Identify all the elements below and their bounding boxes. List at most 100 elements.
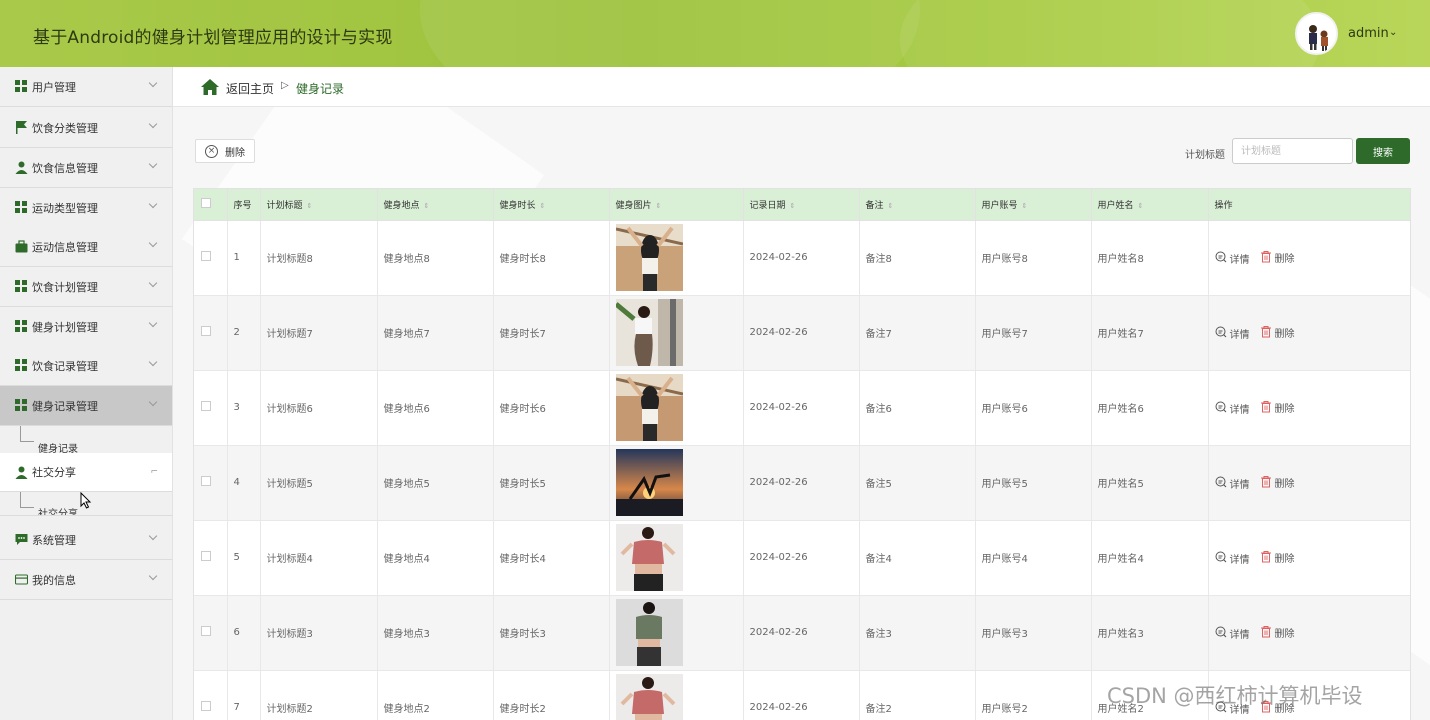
sidebar-item-diet-record[interactable]: 饮食记录管理 <box>0 346 172 386</box>
column-header[interactable]: 健身地点 ⇕ <box>377 189 494 221</box>
row-select-cell[interactable] <box>194 295 228 371</box>
column-header[interactable]: 用户账号 ⇕ <box>975 189 1092 221</box>
fitness-photo[interactable] <box>615 674 683 720</box>
search-button[interactable]: 搜索 <box>1356 138 1410 164</box>
row-delete-button[interactable]: 删除 <box>1260 475 1295 491</box>
row-checkbox[interactable] <box>201 401 211 411</box>
row-select-cell[interactable] <box>194 445 228 521</box>
sort-icon: ⇕ <box>539 201 546 210</box>
row-checkbox[interactable] <box>201 326 211 336</box>
fitness-photo[interactable] <box>615 299 683 366</box>
row-checkbox[interactable] <box>201 476 211 486</box>
sidebar-item-system-management[interactable]: 系统管理 <box>0 520 172 560</box>
location-cell: 健身地点8 <box>377 220 494 296</box>
sort-icon: ⇕ <box>887 201 894 210</box>
index-cell: 6 <box>227 595 261 671</box>
trash-icon <box>1260 325 1275 341</box>
column-header[interactable]: 健身时长 ⇕ <box>493 189 610 221</box>
select-all-checkbox[interactable] <box>201 197 211 208</box>
sidebar-item-my-info[interactable]: 我的信息 <box>0 560 172 600</box>
date-cell: 2024-02-26 <box>743 520 860 596</box>
home-icon[interactable] <box>201 79 219 95</box>
image-cell <box>609 595 744 671</box>
sidebar-item-exercise-info[interactable]: 运动信息管理 <box>0 227 172 267</box>
grid-icon <box>15 80 28 93</box>
chevron-down-icon <box>148 318 158 328</box>
fitness-photo[interactable] <box>615 599 683 666</box>
card-icon <box>14 573 29 586</box>
name-cell: 用户姓名4 <box>1091 520 1209 596</box>
sidebar-item-diet-category[interactable]: 饮食分类管理 <box>0 108 172 148</box>
sidebar: 用户管理 饮食分类管理 饮食信息管理 运动类型管理 运动信息管理 饮食计划管理 … <box>0 67 173 720</box>
detail-button[interactable]: 详情 <box>1215 401 1250 416</box>
sidebar-item-user-management[interactable]: 用户管理 <box>0 67 172 107</box>
title-cell: 计划标题3 <box>260 595 378 671</box>
account-cell: 用户账号7 <box>975 295 1092 371</box>
sidebar-item-social-share[interactable]: 社交分享 ⌐ <box>0 453 172 492</box>
trash-icon <box>1260 550 1275 566</box>
sidebar-subitem-fitness-record[interactable]: 健身记录 <box>0 426 172 453</box>
column-header: 序号 <box>227 189 261 221</box>
detail-button[interactable]: 详情 <box>1215 476 1250 491</box>
sidebar-item-fitness-plan[interactable]: 健身计划管理 <box>0 307 172 347</box>
row-select-cell[interactable] <box>194 595 228 671</box>
account-cell: 用户账号2 <box>975 670 1092 720</box>
select-all-cell[interactable] <box>194 189 228 221</box>
note-cell: 备注4 <box>859 520 976 596</box>
sidebar-item-fitness-record[interactable]: 健身记录管理 <box>0 386 172 426</box>
batch-delete-button[interactable]: × 删除 <box>195 139 255 163</box>
sort-icon: ⇕ <box>655 201 662 210</box>
grid-icon <box>15 320 28 333</box>
search-detail-icon <box>1215 476 1230 491</box>
row-checkbox[interactable] <box>201 701 211 711</box>
table-row: 5 计划标题4 健身地点4 健身时长4 2024-02-26 备注4 用户账号4 用户姓名4 详… <box>194 520 1410 596</box>
row-delete-button[interactable]: 删除 <box>1260 550 1295 566</box>
top-header: 基于Android的健身计划管理应用的设计与实现 admin ⌄ <box>0 0 1430 67</box>
sidebar-item-diet-info[interactable]: 饮食信息管理 <box>0 148 172 188</box>
actions-cell: 详情 删除 <box>1208 520 1410 596</box>
detail-button[interactable]: 详情 <box>1215 326 1250 341</box>
duration-cell: 健身时长6 <box>493 370 610 446</box>
fitness-photo[interactable] <box>615 524 683 591</box>
row-delete-button[interactable]: 删除 <box>1260 625 1295 641</box>
chevron-down-icon <box>148 397 158 407</box>
fitness-photo[interactable] <box>615 449 683 516</box>
index-cell: 2 <box>227 295 261 371</box>
row-select-cell[interactable] <box>194 520 228 596</box>
row-delete-button[interactable]: 删除 <box>1260 250 1295 266</box>
grid-icon <box>15 399 28 412</box>
row-delete-button[interactable]: 删除 <box>1260 400 1295 416</box>
detail-button[interactable]: 详情 <box>1215 626 1250 641</box>
row-select-cell[interactable] <box>194 220 228 296</box>
detail-button[interactable]: 详情 <box>1215 551 1250 566</box>
sort-icon: ⇕ <box>1021 201 1028 210</box>
chevron-down-icon <box>148 199 158 209</box>
column-header[interactable]: 健身图片 ⇕ <box>609 189 744 221</box>
row-checkbox[interactable] <box>201 251 211 261</box>
row-delete-button[interactable]: 删除 <box>1260 325 1295 341</box>
chevron-down-icon <box>148 278 158 288</box>
fitness-photo[interactable] <box>615 224 683 291</box>
user-name[interactable]: admin <box>1348 26 1389 41</box>
user-icon <box>15 466 28 479</box>
row-checkbox[interactable] <box>201 551 211 561</box>
detail-button[interactable]: 详情 <box>1215 251 1250 266</box>
table-row: 1 计划标题8 健身地点8 健身时长8 2024-02-26 备注8 用户账号8 用户姓名8 详… <box>194 220 1410 296</box>
row-select-cell[interactable] <box>194 670 228 720</box>
note-cell: 备注6 <box>859 370 976 446</box>
column-header[interactable]: 记录日期 ⇕ <box>743 189 860 221</box>
column-header[interactable]: 用户姓名 ⇕ <box>1091 189 1209 221</box>
column-header[interactable]: 计划标题 ⇕ <box>260 189 378 221</box>
row-select-cell[interactable] <box>194 370 228 446</box>
sidebar-item-exercise-type[interactable]: 运动类型管理 <box>0 188 172 228</box>
chevron-down-icon[interactable]: ⌄ <box>1389 27 1397 38</box>
sidebar-subitem-label: 社交分享 <box>38 509 78 516</box>
column-header[interactable]: 备注 ⇕ <box>859 189 976 221</box>
sidebar-item-diet-plan[interactable]: 饮食计划管理 <box>0 267 172 307</box>
row-checkbox[interactable] <box>201 626 211 636</box>
avatar[interactable] <box>1295 12 1338 55</box>
breadcrumb-home-link[interactable]: 返回主页 <box>226 80 274 97</box>
fitness-photo[interactable] <box>615 374 683 441</box>
chevron-down-icon <box>148 571 158 581</box>
search-input[interactable] <box>1232 138 1353 164</box>
